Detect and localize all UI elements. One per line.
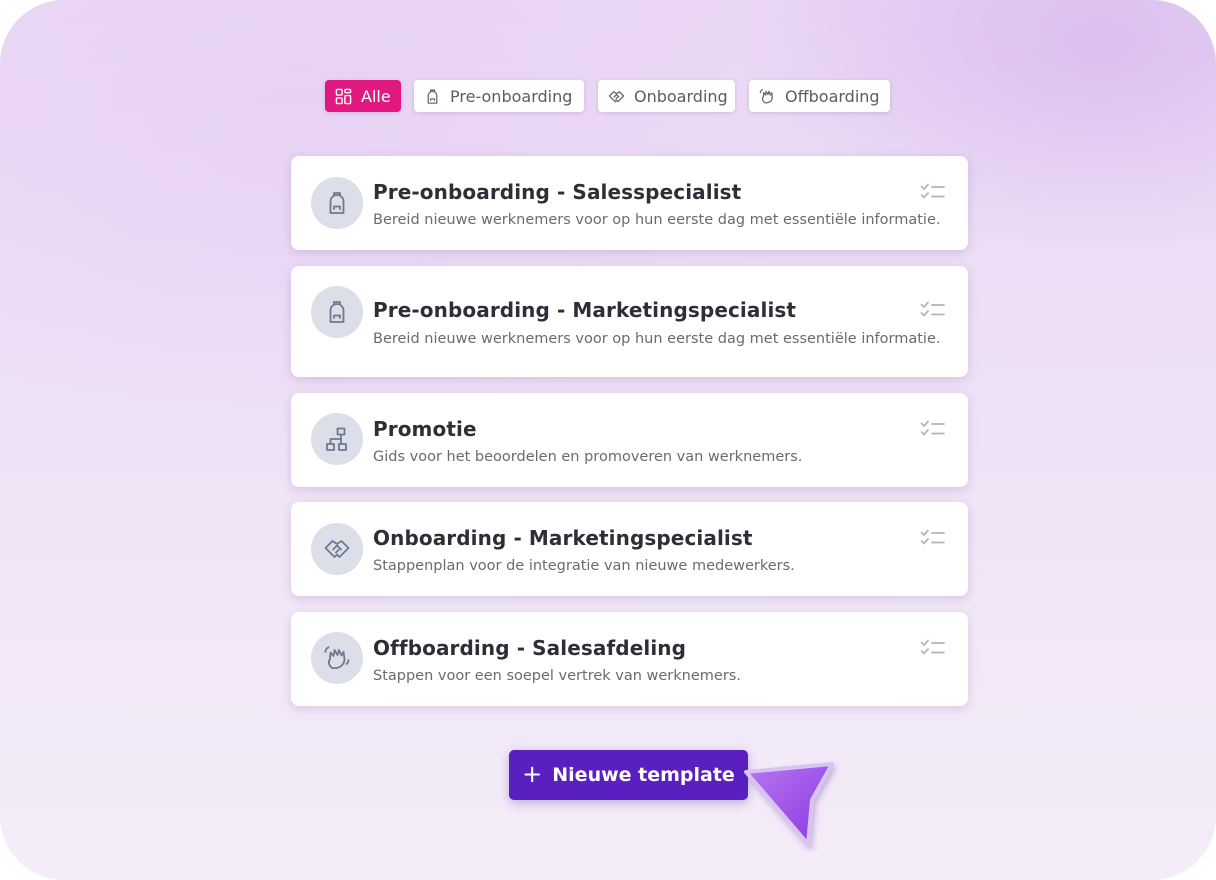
checklist-icon[interactable]	[920, 528, 946, 548]
handshake-icon	[324, 540, 350, 558]
cursor-pointer-icon	[744, 762, 834, 846]
template-description: Stappenplan voor de integratie van nieuw…	[373, 558, 795, 574]
app-frame: Alle Pre-onboarding Onboarding Offboardi…	[0, 0, 1216, 880]
checklist-icon[interactable]	[920, 300, 946, 320]
hierarchy-icon	[326, 427, 347, 451]
template-card-onboarding-marketingspecialist[interactable]: Onboarding - Marketingspecialist Stappen…	[291, 502, 968, 596]
template-description: Bereid nieuwe werknemers voor op hun eer…	[373, 212, 941, 228]
template-description: Bereid nieuwe werknemers voor op hun eer…	[373, 331, 941, 347]
filter-tab-pre-onboarding[interactable]: Pre-onboarding	[414, 80, 584, 112]
backpack-icon	[427, 88, 438, 104]
template-avatar	[311, 177, 363, 229]
filter-tab-label: Onboarding	[634, 86, 728, 106]
template-avatar	[311, 523, 363, 575]
plus-icon: +	[522, 760, 543, 788]
template-avatar	[311, 632, 363, 684]
template-title: Offboarding - Salesafdeling	[373, 636, 687, 660]
template-card-pre-onboarding-salesspecialist[interactable]: Pre-onboarding - Salesspecialist Bereid …	[291, 156, 968, 250]
new-template-button[interactable]: + Nieuwe template	[509, 750, 748, 800]
filter-tab-label: Offboarding	[785, 86, 880, 106]
handshake-icon	[608, 90, 625, 102]
template-title: Promotie	[373, 417, 477, 441]
waving-hand-icon	[324, 646, 350, 670]
filter-tabs: Alle Pre-onboarding Onboarding Offboardi…	[0, 80, 1216, 112]
backpack-icon	[329, 301, 345, 323]
waving-hand-icon	[759, 88, 773, 103]
template-card-pre-onboarding-marketingspecialist[interactable]: Pre-onboarding - Marketingspecialist Ber…	[291, 266, 968, 377]
filter-tab-all[interactable]: Alle	[325, 80, 401, 112]
grid-icon	[335, 88, 352, 104]
template-avatar	[311, 286, 363, 338]
checklist-icon[interactable]	[920, 182, 946, 202]
template-card-offboarding-salesafdeling[interactable]: Offboarding - Salesafdeling Stappen voor…	[291, 612, 968, 706]
backpack-icon	[329, 192, 345, 214]
template-avatar	[311, 413, 363, 465]
template-title: Pre-onboarding - Marketingspecialist	[373, 298, 797, 322]
filter-tab-offboarding[interactable]: Offboarding	[749, 80, 890, 112]
filter-tab-onboarding[interactable]: Onboarding	[598, 80, 735, 112]
template-title: Onboarding - Marketingspecialist	[373, 526, 753, 550]
filter-tab-label: Pre-onboarding	[450, 86, 573, 106]
template-card-promotie[interactable]: Promotie Gids voor het beoordelen en pro…	[291, 393, 968, 487]
template-description: Gids voor het beoordelen en promoveren v…	[373, 449, 803, 465]
new-template-label: Nieuwe template	[552, 764, 735, 786]
checklist-icon[interactable]	[920, 419, 946, 439]
template-description: Stappen voor een soepel vertrek van werk…	[373, 668, 741, 684]
checklist-icon[interactable]	[920, 638, 946, 658]
template-title: Pre-onboarding - Salesspecialist	[373, 180, 742, 204]
filter-tab-label: Alle	[361, 86, 391, 106]
